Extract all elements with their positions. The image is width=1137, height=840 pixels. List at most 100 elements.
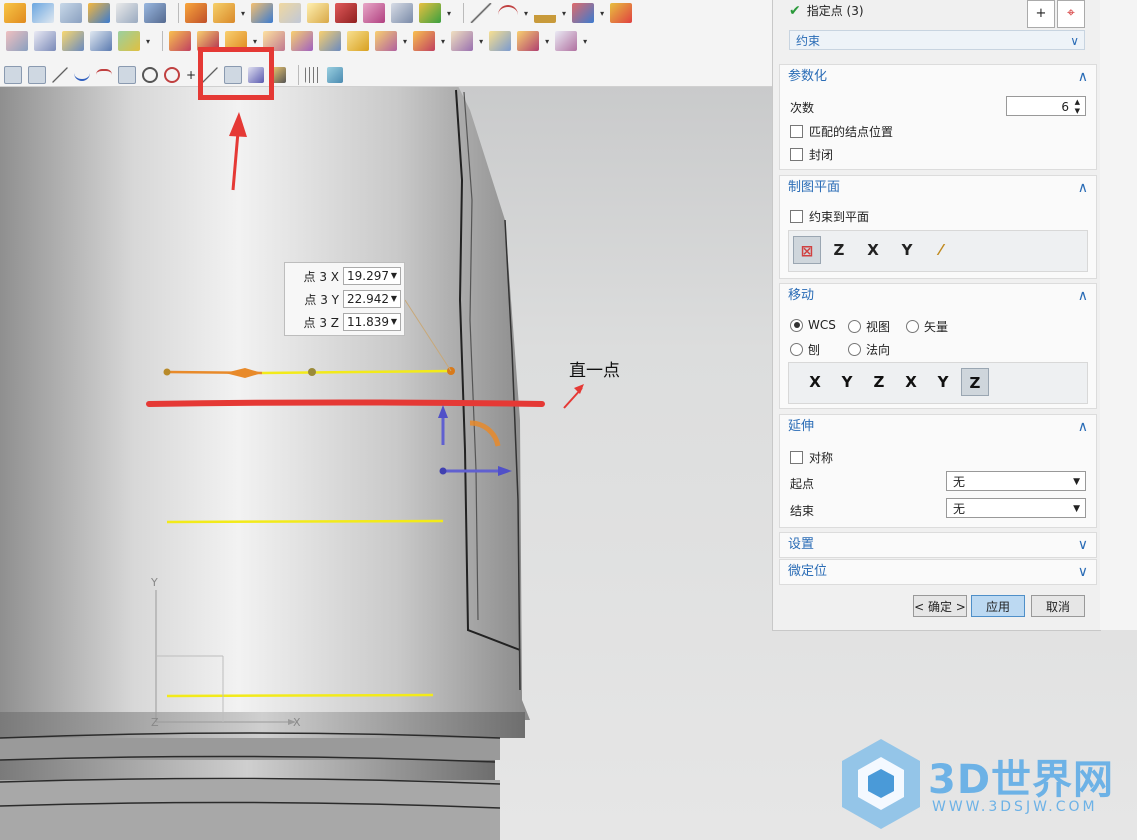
render-icon[interactable] [572, 3, 595, 23]
perpendicular-icon[interactable] [118, 66, 136, 84]
symmetric-row[interactable]: 对称 [790, 449, 833, 466]
degree-spinner[interactable]: 6 ▲ ▼ [1006, 96, 1086, 116]
ok-button[interactable]: < 确定 > [913, 595, 967, 617]
closed-row[interactable]: 封闭 [790, 146, 833, 163]
surface-icon[interactable] [60, 3, 82, 23]
draft-icon[interactable] [347, 31, 370, 51]
view-radio[interactable] [848, 320, 861, 333]
plane-icon[interactable] [116, 3, 138, 23]
section-header[interactable]: 制图平面 ∧ [780, 176, 1096, 200]
chevron-down-icon[interactable]: ▾ [583, 37, 587, 46]
grid-icon[interactable] [305, 67, 321, 83]
move-vector-option[interactable]: 矢量 [906, 318, 948, 335]
chevron-down-icon[interactable]: ▾ [146, 37, 150, 46]
fold-icon[interactable] [90, 31, 112, 51]
diamond-icon[interactable] [391, 3, 414, 23]
mesh-icon[interactable] [34, 31, 56, 51]
sweep-icon[interactable] [279, 3, 302, 23]
chevron-down-icon[interactable]: ▾ [241, 9, 245, 18]
crosshair-icon[interactable] [164, 67, 180, 83]
solid-red-icon[interactable] [335, 3, 358, 23]
thicken-icon[interactable] [489, 31, 512, 51]
line-snap-icon[interactable] [28, 66, 46, 84]
chevron-down-icon[interactable]: ∨ [1078, 533, 1088, 557]
z-axis-icon[interactable]: Z [865, 368, 893, 396]
section-header[interactable]: 参数化 ∧ [780, 65, 1096, 89]
chevron-down-icon[interactable]: ▾ [562, 9, 566, 18]
yz-axis-icon[interactable]: X [897, 368, 925, 396]
xz-axis-icon[interactable]: Y [929, 368, 957, 396]
move-normal-option[interactable]: 法向 [848, 341, 890, 358]
snap-point-icon[interactable] [4, 66, 22, 84]
symmetric-checkbox[interactable] [790, 451, 803, 464]
arc-icon[interactable] [498, 5, 519, 21]
chevron-up-icon[interactable]: ∧ [1078, 284, 1088, 308]
line-icon[interactable] [470, 3, 493, 23]
ruler-icon[interactable] [534, 3, 557, 23]
extrude-icon[interactable] [88, 3, 110, 23]
trim-icon[interactable] [118, 31, 140, 51]
yz-plane-icon[interactable]: X [859, 236, 887, 264]
section-header[interactable]: 设置 ∨ [780, 533, 1096, 557]
endpoint-icon[interactable] [52, 67, 68, 83]
mirror-icon[interactable] [319, 31, 342, 51]
constrain-to-plane-row[interactable]: 约束到平面 [790, 208, 869, 225]
cancel-button[interactable]: 取消 [1031, 595, 1085, 617]
custom-plane-icon[interactable]: ⁄ [927, 236, 955, 264]
point-dialog-button[interactable]: + [1027, 0, 1055, 28]
apply-button[interactable]: 应用 [971, 595, 1025, 617]
coord-x-input[interactable]: 19.297 ▼ [343, 267, 401, 285]
pattern-icon[interactable] [291, 31, 314, 51]
wcs-radio[interactable] [790, 318, 803, 332]
start-select[interactable]: 无 ▼ [946, 471, 1086, 491]
chevron-down-icon[interactable]: ▾ [479, 37, 483, 46]
y-axis-icon[interactable]: Y [833, 368, 861, 396]
chevron-up-icon[interactable]: ∧ [1078, 65, 1088, 89]
chevron-down-icon[interactable]: ▾ [524, 9, 528, 18]
move-wcs-option[interactable]: WCS [790, 318, 836, 332]
shell-icon[interactable] [213, 3, 235, 23]
chevron-down-icon[interactable]: ▼ [391, 314, 397, 330]
layer-icon[interactable] [327, 67, 343, 83]
patch-icon[interactable] [6, 31, 28, 51]
x-axis-icon[interactable]: X [801, 368, 829, 396]
analysis-icon[interactable] [419, 3, 442, 23]
chevron-down-icon[interactable]: ▾ [447, 9, 451, 18]
move-view-option[interactable]: 视图 [848, 318, 890, 335]
point-snap-button[interactable]: ⌖ [1057, 0, 1085, 28]
rib-icon[interactable] [451, 31, 474, 51]
match-knots-row[interactable]: 匹配的结点位置 [790, 123, 893, 140]
constrain-to-plane-checkbox[interactable] [790, 210, 803, 223]
studio-spline-icon[interactable] [96, 69, 112, 81]
plus-icon[interactable]: + [186, 67, 196, 83]
chevron-down-icon[interactable]: ▾ [600, 9, 604, 18]
vector-radio[interactable] [906, 320, 919, 333]
spline-icon[interactable] [74, 69, 90, 81]
match-knots-checkbox[interactable] [790, 125, 803, 138]
move-plane-option[interactable]: 刨 [790, 341, 820, 358]
spinner-arrows-icon[interactable]: ▲ ▼ [1075, 98, 1080, 116]
wave-icon[interactable] [62, 31, 84, 51]
chevron-down-icon[interactable]: ▾ [441, 37, 445, 46]
blend-icon[interactable] [251, 3, 274, 23]
shade-icon[interactable] [610, 3, 633, 23]
chevron-down-icon[interactable]: ∨ [1078, 560, 1088, 584]
sew-icon[interactable] [517, 31, 540, 51]
coord-z-input[interactable]: 11.839 ▼ [343, 313, 401, 331]
normal-radio[interactable] [848, 343, 861, 356]
closed-checkbox[interactable] [790, 148, 803, 161]
end-select[interactable]: 无 ▼ [946, 498, 1086, 518]
box-icon[interactable] [4, 3, 26, 23]
hole-icon[interactable] [413, 31, 436, 51]
section-header[interactable]: 延伸 ∧ [780, 415, 1096, 439]
unite-icon[interactable] [169, 31, 192, 51]
chevron-up-icon[interactable]: ∧ [1078, 415, 1088, 439]
pyramid-icon[interactable] [363, 3, 386, 23]
feature-icon[interactable] [185, 3, 207, 23]
view-plane-icon[interactable]: ⊠ [793, 236, 821, 264]
circle-icon[interactable] [142, 67, 158, 83]
move-face-icon[interactable] [555, 31, 578, 51]
section-header[interactable]: 移动 ∧ [780, 284, 1096, 308]
chevron-up-icon[interactable]: ∧ [1078, 176, 1088, 200]
chevron-down-icon[interactable]: ▼ [391, 268, 397, 284]
